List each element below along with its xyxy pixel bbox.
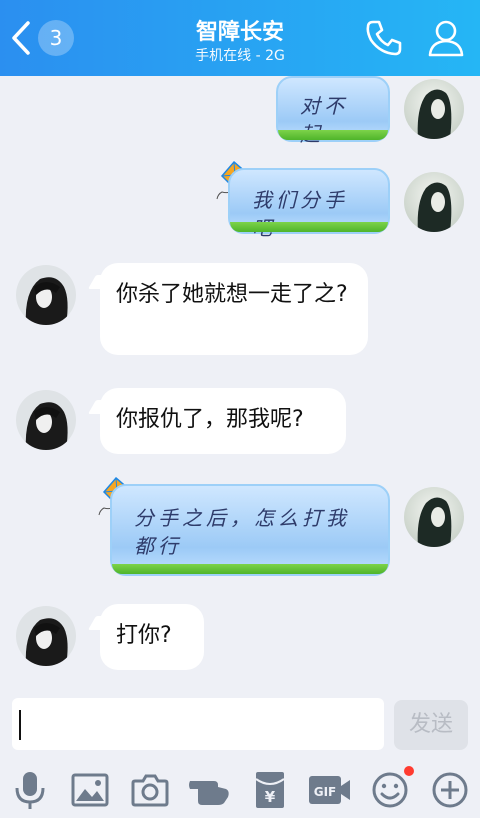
red-packet-icon: ¥ (255, 772, 285, 808)
poke-icon (189, 781, 229, 805)
message-outgoing[interactable]: 对不起 (276, 76, 390, 146)
grass-decoration (230, 222, 388, 232)
gif-button[interactable]: GIF (308, 768, 352, 812)
contact-avatar[interactable] (16, 606, 76, 666)
message-incoming[interactable]: 你报仇了，那我呢? (100, 388, 346, 454)
message-outgoing[interactable]: 我们分手吧 (228, 168, 390, 240)
camera-button[interactable] (128, 768, 172, 812)
svg-text:GIF: GIF (314, 785, 337, 799)
gif-icon: GIF (309, 776, 350, 804)
more-button[interactable] (428, 768, 472, 812)
my-avatar[interactable] (404, 487, 464, 547)
chat-header: 3 智障长安 手机在线 - 2G (0, 0, 480, 76)
message-outgoing[interactable]: 分手之后，怎么打我都行 (110, 484, 390, 576)
svg-text:¥: ¥ (265, 788, 276, 806)
my-avatar[interactable] (404, 79, 464, 139)
message-text: 你报仇了，那我呢? (116, 407, 304, 432)
my-avatar[interactable] (404, 172, 464, 232)
text-cursor (19, 710, 21, 740)
red-packet-button[interactable]: ¥ (248, 768, 292, 812)
grass-decoration (278, 130, 388, 140)
message-text: 分手之后，怎么打我都行 (134, 506, 350, 558)
message-text: 你杀了她就想一走了之? (116, 282, 348, 307)
contact-avatar[interactable] (16, 265, 76, 325)
poke-button[interactable] (188, 768, 232, 812)
send-button[interactable]: 发送 (394, 700, 468, 750)
input-toolbar: ¥ GIF (0, 764, 480, 818)
message-input[interactable] (12, 698, 384, 750)
emoji-icon (372, 772, 408, 808)
message-incoming[interactable]: 打你? (100, 604, 204, 670)
contact-status: 手机在线 - 2G (195, 48, 285, 64)
person-icon (428, 20, 464, 57)
voice-button[interactable] (8, 768, 52, 812)
microphone-icon (15, 772, 45, 809)
message-text: 打你? (116, 623, 172, 648)
phone-icon (366, 20, 402, 56)
message-text: 我们分手吧 (252, 188, 348, 240)
composer: 发送 (0, 690, 480, 760)
message-incoming[interactable]: 你杀了她就想一走了之? (100, 263, 368, 355)
photo-button[interactable] (68, 768, 112, 812)
profile-button[interactable] (426, 18, 466, 62)
plus-icon (432, 772, 468, 808)
camera-icon (131, 774, 169, 807)
emoji-button[interactable] (368, 766, 414, 812)
grass-decoration (112, 564, 388, 574)
notification-dot (404, 766, 414, 776)
image-icon (71, 773, 109, 807)
call-button[interactable] (364, 18, 404, 62)
contact-name[interactable]: 智障长安 (0, 14, 480, 46)
contact-avatar[interactable] (16, 390, 76, 450)
